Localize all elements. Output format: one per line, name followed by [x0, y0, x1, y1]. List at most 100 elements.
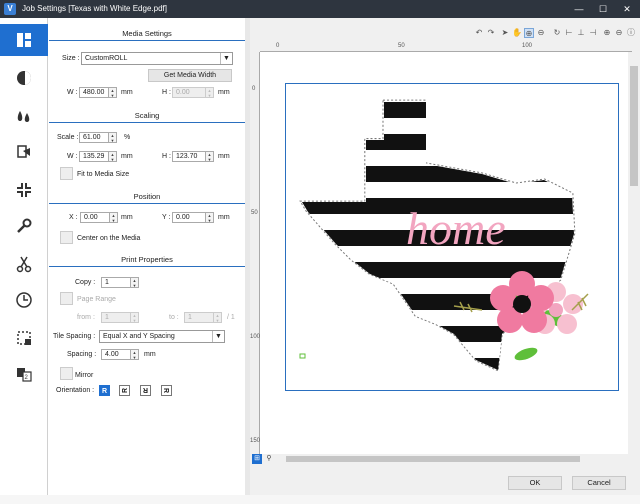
sidebar-item-copies[interactable]: 2: [0, 358, 48, 390]
minimize-button[interactable]: —: [572, 2, 586, 16]
sidebar-item-tools[interactable]: [0, 210, 48, 242]
scale-stepper[interactable]: ▲ ▼: [109, 132, 117, 143]
align-right-icon[interactable]: ⊣: [588, 28, 598, 38]
align-left-icon[interactable]: ⊢: [564, 28, 574, 38]
fit-to-media-checkbox[interactable]: [60, 167, 73, 180]
media-unit: mm: [121, 89, 133, 96]
media-height-stepper[interactable]: ▲ ▼: [206, 87, 214, 98]
vertical-ruler: 0 50 100 150: [250, 52, 260, 454]
media-width-field[interactable]: 480.00: [79, 87, 109, 98]
from-field[interactable]: 1: [101, 312, 131, 323]
ruler-top-tick: 0: [276, 43, 280, 49]
ruler-left-tick: 50: [251, 210, 258, 216]
sidebar-item-color[interactable]: [0, 62, 48, 94]
media-h-label: H :: [162, 89, 171, 96]
copy-stepper[interactable]: ▲ ▼: [131, 277, 139, 288]
ruler-left-tick: 100: [250, 334, 261, 340]
remove-icon[interactable]: ⊖: [614, 28, 624, 38]
position-y-stepper[interactable]: ▲ ▼: [206, 212, 214, 223]
center-on-media-checkbox[interactable]: [60, 231, 73, 244]
scale-field[interactable]: 61.00: [79, 132, 109, 143]
ruler-left-tick: 150: [250, 438, 261, 444]
print-properties-header: Print Properties: [49, 253, 245, 267]
orientation-180-button[interactable]: R: [140, 385, 151, 396]
orientation-0-button[interactable]: R: [99, 385, 110, 396]
spacing-stepper[interactable]: ▲ ▼: [131, 349, 139, 360]
media-width-stepper[interactable]: ▲ ▼: [109, 87, 117, 98]
zoom-out-icon[interactable]: ⊖: [536, 28, 546, 38]
position-x-field[interactable]: 0.00: [80, 212, 110, 223]
page-range-checkbox[interactable]: [60, 292, 73, 305]
redo-icon[interactable]: ↷: [486, 28, 496, 38]
tile-spacing-label: Tile Spacing :: [53, 333, 96, 340]
close-button[interactable]: ✕: [620, 2, 634, 16]
undo-icon[interactable]: ↶: [474, 28, 484, 38]
scale-h-label: H :: [162, 153, 171, 160]
vertical-scrollbar-thumb[interactable]: [630, 66, 638, 186]
media-height-field[interactable]: 0.00: [172, 87, 206, 98]
ruler-left-tick: 0: [252, 86, 256, 92]
settings-panel: Media Settings Size : CustomROLL ▼ Get M…: [49, 25, 245, 504]
horizontal-ruler: 0 50 100: [260, 42, 632, 52]
media-size-select[interactable]: CustomROLL ▼: [81, 52, 233, 65]
preview-canvas[interactable]: home: [260, 52, 628, 454]
preview-toolbar: ↶ ↷ ➤ ✋ ⊕ ⊖ ↻ ⊢ ⊥ ⊣ ⊕ ⊖ ⓘ: [250, 26, 640, 42]
horizontal-scrollbar[interactable]: [278, 454, 628, 464]
zoom-in-icon[interactable]: ⊕: [524, 28, 534, 38]
mirror-label: Mirror: [75, 372, 94, 379]
sidebar-item-schedule[interactable]: [0, 284, 48, 316]
scale-height-stepper[interactable]: ▲ ▼: [206, 151, 214, 162]
position-y-field[interactable]: 0.00: [172, 212, 206, 223]
scale-width-field[interactable]: 135.29: [79, 151, 109, 162]
sidebar-item-crop-marks[interactable]: [0, 174, 48, 206]
tile-spacing-select[interactable]: Equal X and Y Spacing ▼: [99, 330, 225, 343]
rotate-icon[interactable]: ↻: [552, 28, 562, 38]
ok-button[interactable]: OK: [508, 476, 562, 490]
ruler-top-tick: 100: [522, 43, 533, 49]
hand-icon[interactable]: ✋: [512, 28, 522, 38]
position-y-unit: mm: [218, 214, 230, 221]
sidebar-item-select-area[interactable]: [0, 322, 48, 354]
to-field[interactable]: 1: [184, 312, 214, 323]
orientation-270-button[interactable]: R: [161, 385, 172, 396]
align-center-icon[interactable]: ⊥: [576, 28, 586, 38]
to-label: to :: [169, 314, 179, 321]
fit-view-icon[interactable]: ⊞: [252, 454, 262, 464]
color-icon: [17, 71, 31, 85]
window-title: Job Settings [Texas with White Edge.pdf]: [22, 4, 167, 13]
scale-width-stepper[interactable]: ▲ ▼: [109, 151, 117, 162]
layout-icon: [17, 33, 31, 47]
ruler-top-tick: 50: [398, 43, 405, 49]
get-media-width-button[interactable]: Get Media Width: [148, 69, 232, 82]
chevron-down-icon: ▼: [220, 53, 232, 64]
mirror-checkbox[interactable]: [60, 367, 73, 380]
add-icon[interactable]: ⊕: [602, 28, 612, 38]
orientation-90-button[interactable]: R: [119, 385, 130, 396]
vertical-scrollbar[interactable]: [628, 52, 640, 454]
chevron-down-icon: ▼: [212, 331, 224, 342]
from-stepper[interactable]: ▲ ▼: [131, 312, 139, 323]
spacing-field[interactable]: 4.00: [101, 349, 131, 360]
user-view-icon[interactable]: ⚲: [264, 454, 274, 464]
ink-drops-icon: [17, 111, 30, 122]
sidebar-item-ink[interactable]: [0, 100, 48, 132]
scale-w-unit: mm: [121, 153, 133, 160]
spacing-label: Spacing :: [67, 351, 97, 358]
horizontal-scrollbar-thumb[interactable]: [286, 456, 580, 462]
pointer-icon[interactable]: ➤: [500, 28, 510, 38]
maximize-button[interactable]: ☐: [596, 2, 610, 16]
home-script-text: home: [406, 203, 506, 254]
sidebar-item-print-mode[interactable]: [0, 136, 48, 168]
to-stepper[interactable]: ▲ ▼: [214, 312, 222, 323]
sidebar-item-layout[interactable]: [0, 24, 48, 56]
app-logo-icon: V: [4, 3, 16, 15]
sidebar-item-cut[interactable]: [0, 248, 48, 280]
position-x-stepper[interactable]: ▲ ▼: [110, 212, 118, 223]
artwork-texas-home[interactable]: home: [286, 84, 620, 392]
copy-field[interactable]: 1: [101, 277, 131, 288]
crop-marks-icon: [17, 183, 31, 197]
desktop-strip: [0, 495, 640, 504]
scale-height-field[interactable]: 123.70: [172, 151, 206, 162]
cancel-button[interactable]: Cancel: [572, 476, 626, 490]
info-icon[interactable]: ⓘ: [626, 28, 636, 38]
